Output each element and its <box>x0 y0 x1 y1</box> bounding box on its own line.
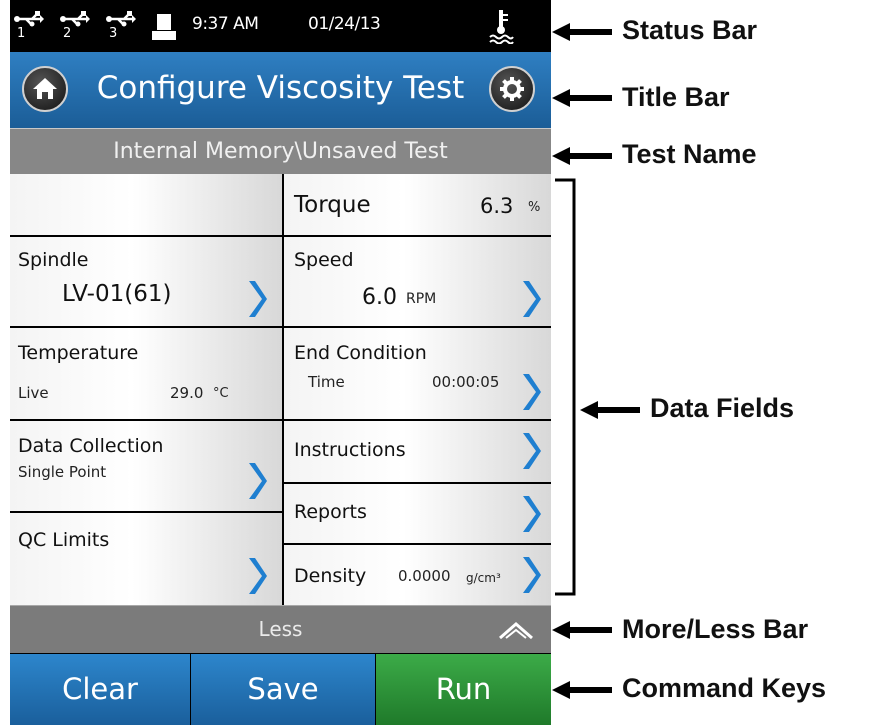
qc-limits-label: QC Limits <box>18 529 110 551</box>
callout-data-fields: Data Fields <box>650 393 795 423</box>
chevron-right-icon <box>249 558 267 594</box>
torque-unit: % <box>528 200 541 215</box>
instructions-label: Instructions <box>294 439 406 461</box>
reports-field[interactable]: Reports <box>284 484 551 543</box>
status-date: 01/24/13 <box>308 14 381 34</box>
device-screen: 1 2 3 9:37 AM 01/24/13 Configure Viscosi… <box>10 0 551 725</box>
data-collection-value: Single Point <box>18 463 107 481</box>
chevron-right-icon <box>523 557 541 593</box>
spindle-label: Spindle <box>18 249 89 271</box>
chevron-right-icon <box>523 281 541 317</box>
chevron-right-icon <box>249 281 267 317</box>
temperature-field[interactable]: Temperature Live 29.0 °C <box>10 328 282 419</box>
usb-port-number: 2 <box>63 26 72 41</box>
speed-value: 6.0 <box>362 285 397 310</box>
arrow-left-icon <box>552 621 612 639</box>
usb-icon: 2 <box>60 10 90 42</box>
test-name-bar[interactable]: Internal Memory\Unsaved Test <box>10 128 551 175</box>
temperature-mode: Live <box>18 384 49 402</box>
status-time: 9:37 AM <box>192 14 259 34</box>
density-label: Density <box>294 565 367 587</box>
usb-port-number: 3 <box>109 26 118 41</box>
density-field[interactable]: Density 0.0000 g/cm³ <box>284 545 551 605</box>
spindle-value: LV-01(61) <box>62 281 172 307</box>
title-bar: Configure Viscosity Test <box>10 52 551 128</box>
temperature-probe-icon <box>488 8 514 45</box>
speed-unit: RPM <box>406 291 437 307</box>
density-unit: g/cm³ <box>466 571 501 585</box>
arrow-left-icon <box>552 147 612 165</box>
torque-field: Torque 6.3 % <box>284 174 551 235</box>
temperature-label: Temperature <box>18 342 139 364</box>
speed-label: Speed <box>294 249 354 271</box>
chevron-right-icon <box>523 496 541 532</box>
data-fields: Spindle LV-01(61) Temperature Live 29.0 … <box>10 174 551 605</box>
callout-test-name: Test Name <box>622 139 757 169</box>
callout-more-less-bar: More/Less Bar <box>622 614 809 644</box>
arrow-left-icon <box>552 23 612 41</box>
instructions-field[interactable]: Instructions <box>284 421 551 482</box>
data-collection-label: Data Collection <box>18 435 164 457</box>
clear-button[interactable]: Clear <box>10 654 190 725</box>
save-button[interactable]: Save <box>191 654 375 725</box>
page-title: Configure Viscosity Test <box>96 70 465 106</box>
settings-button[interactable] <box>489 66 535 112</box>
data-collection-field[interactable]: Data Collection Single Point <box>10 421 282 511</box>
arrow-left-icon <box>552 681 612 699</box>
more-less-label: Less <box>258 617 303 641</box>
end-condition-field[interactable]: End Condition Time 00:00:05 <box>284 328 551 419</box>
arrow-left-icon <box>552 89 612 107</box>
spindle-field[interactable]: Spindle LV-01(61) <box>10 237 282 326</box>
usb-icon: 3 <box>106 10 136 42</box>
chevron-up-icon <box>499 622 533 640</box>
run-button[interactable]: Run <box>376 654 551 725</box>
torque-value: 6.3 <box>480 194 514 218</box>
end-condition-mode: Time <box>308 373 345 391</box>
status-bar: 1 2 3 9:37 AM 01/24/13 <box>10 0 551 52</box>
more-less-bar[interactable]: Less <box>10 605 551 653</box>
empty-field <box>10 174 282 235</box>
qc-limits-field[interactable]: QC Limits <box>10 513 282 605</box>
usb-icon: 1 <box>14 10 44 42</box>
home-icon <box>33 78 57 99</box>
temperature-value: 29.0 <box>170 384 204 402</box>
end-condition-label: End Condition <box>294 342 427 364</box>
temperature-unit: °C <box>213 386 229 401</box>
home-button[interactable] <box>22 66 68 112</box>
callout-title-bar: Title Bar <box>622 82 730 112</box>
callout-command-keys: Command Keys <box>622 673 827 703</box>
arrow-left-icon <box>580 401 640 419</box>
gear-icon <box>500 77 524 101</box>
chevron-right-icon <box>523 374 541 410</box>
speed-field[interactable]: Speed 6.0 RPM <box>284 237 551 326</box>
reports-label: Reports <box>294 501 367 523</box>
chevron-right-icon <box>249 463 267 499</box>
bracket-icon <box>555 178 576 596</box>
printer-icon <box>152 14 176 40</box>
callout-status-bar: Status Bar <box>622 15 758 45</box>
torque-label: Torque <box>294 192 371 218</box>
end-condition-value: 00:00:05 <box>432 373 500 391</box>
density-value: 0.0000 <box>398 567 451 585</box>
chevron-right-icon <box>523 433 541 469</box>
usb-port-number: 1 <box>17 26 26 41</box>
